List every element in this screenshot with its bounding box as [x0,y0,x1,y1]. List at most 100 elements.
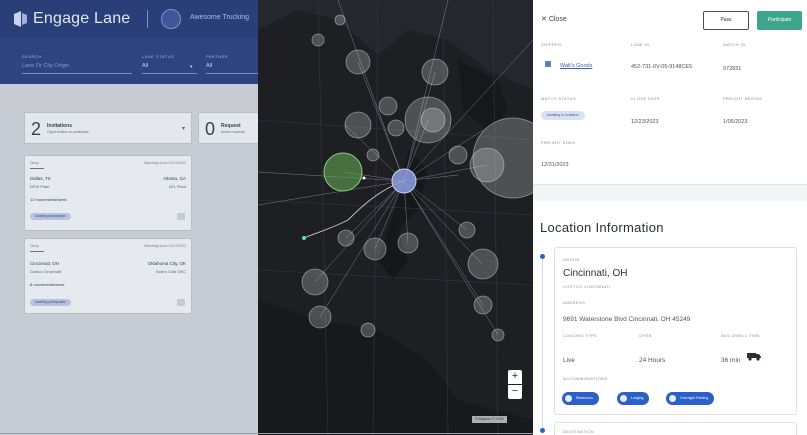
chip-label: Lodging [631,396,644,400]
destination-label: Destination [563,429,594,434]
dismiss-icon[interactable] [177,213,185,220]
parking-icon [669,395,676,402]
invitations-count: 2 [31,119,42,139]
close-button[interactable]: ✕ Close [541,15,567,23]
request-subtitle: Active requests [221,130,245,134]
shipper-label: Shipper [541,42,562,47]
lane-status-filter-underline [142,73,197,74]
org-name[interactable]: Awesome Trucking [190,14,249,21]
filter-bar [0,38,258,84]
search-filter-input[interactable]: Lane Or City Origin [22,63,69,69]
engage-lane-logo-icon [14,11,27,27]
lane-destination-facility: Sam's Club OKC [155,269,186,274]
lane-card-underline [30,168,44,169]
lane-id-value: 452-731-0V-05-9148CE5 [631,64,693,70]
org-badge-icon [161,9,181,29]
map-attribution[interactable]: © Mapbox © OSM [472,416,507,423]
chip-label: Restrooms [576,396,593,400]
lane-loads: 8 movements/week [30,282,65,287]
pass-button[interactable]: Pass [703,11,749,30]
lane-origin: Cincinnati, OH [30,261,60,266]
status-badge: Awaiting participation [30,299,72,306]
lane-origin-facility: DFW Plant [30,184,50,189]
restroom-icon [565,395,572,402]
hours-label: Open [639,333,652,338]
lane-destination-facility: ATL Plant [168,184,186,189]
watch-id-value: 972831 [723,66,742,72]
destination-timeline-dot [540,428,545,433]
dwell-time-label: Avg Dwell Time [721,333,761,338]
section-gap [533,185,807,201]
freight-ends-value: 12/31/2023 [541,162,569,168]
invitations-title: Invitations [47,123,73,129]
lane-status-filter-select[interactable]: All [142,63,148,69]
watch-id-label: Watch ID [723,42,746,47]
freight-begins-value: 1/05/2023 [723,119,748,125]
lane-card[interactable]: Cincy Watching since 12/01/2023 Dallas, … [24,155,192,231]
close-date-value: 12/23/2023 [631,119,659,125]
destination-location-card: Destination [554,422,797,435]
lane-loads: 12 movements/week [30,197,67,202]
lane-card-underline [30,251,44,252]
invitations-summary-card[interactable]: 2 Invitations Opportunities to participa… [24,112,192,144]
lanes-list-pane: Engage Lane Awesome Trucking Search Lane… [0,0,268,435]
close-label: Close [548,16,567,23]
loading-type-value: Live [563,357,575,364]
origin-location-card: Origin Cincinnati, OH Costco Cincinnati … [554,247,797,415]
chevron-down-icon[interactable]: ▾ [190,64,193,70]
freight-ends-label: Freight Ends [541,140,576,145]
status-badge: Awaiting participation [30,213,72,220]
search-filter-underline [22,73,132,74]
lane-id-label: Lane ID [631,42,650,47]
match-status-label: Match Status [541,96,577,101]
lane-status-filter-label: Lane Status [142,54,175,59]
lane-card-header: Cincy [30,161,39,165]
zoom-out-button[interactable]: − [508,385,522,399]
chip-label: Overnight Parking [680,396,709,400]
partner-filter-select[interactable]: All [206,63,212,69]
lane-detail-panel: ✕ Close Pass Participate Shipper Walt's … [533,0,807,435]
chevron-down-icon[interactable]: ▾ [182,125,185,132]
accommodations-label: Accommodations [563,376,608,381]
request-title: Request [221,123,241,129]
origin-facility: Costco Cincinnati [563,284,611,289]
origin-timeline-dot [540,254,545,259]
hours-value: 24 Hours [639,357,666,364]
origin-city: Cincinnati, OH [563,268,628,279]
location-information-title: Location Information [540,220,664,235]
lane-origin-facility: Costco Cincinnati [30,269,62,274]
shipper-logo-icon [545,61,551,67]
brand-name[interactable]: Engage Lane [33,10,130,28]
top-app-bar: Engage Lane Awesome Trucking [0,0,258,38]
lane-origin: Dallas, TX [30,176,51,181]
lodging-icon [620,395,627,402]
partner-filter-underline [206,73,258,74]
lane-card[interactable]: Cincy Watching since 12/01/2023 Cincinna… [24,238,192,314]
shipper-link[interactable]: Walt's Goods [560,63,592,69]
accommodation-chip-lodging: Lodging [617,392,650,405]
bottom-divider [0,433,533,434]
accommodation-chip-restrooms: Restrooms [562,392,599,405]
match-status-badge: Awaiting to Invitation [541,111,586,120]
timeline-line [542,258,543,433]
loading-type-label: Loading Type [563,333,598,338]
dwell-time-value: 36 min [721,357,741,364]
close-date-label: Close Date [631,96,661,101]
app-root: Engage Lane Awesome Trucking Search Lane… [0,0,807,435]
lane-map[interactable]: + − © Mapbox © OSM [258,0,533,435]
lane-card-header: Cincy [30,244,39,248]
zoom-in-button[interactable]: + [508,370,522,384]
origin-address: 9691 Waterstone Blvd Cincinnati, OH 4524… [563,316,691,323]
search-filter-label: Search [22,54,42,59]
participate-button[interactable]: Participate [757,11,802,30]
invitations-subtitle: Opportunities to participate [47,130,89,134]
header-divider [147,10,148,28]
map-canvas[interactable] [258,0,533,435]
lane-card-watch-date: Watching since 12/01/2023 [143,161,186,165]
address-label: Address [563,300,586,305]
lane-destination: Oklahoma City, OK [147,261,186,266]
origin-label: Origin [563,257,580,262]
dismiss-icon[interactable] [177,299,185,306]
freight-begins-label: Freight Begins [723,96,763,101]
request-count: 0 [205,119,216,139]
